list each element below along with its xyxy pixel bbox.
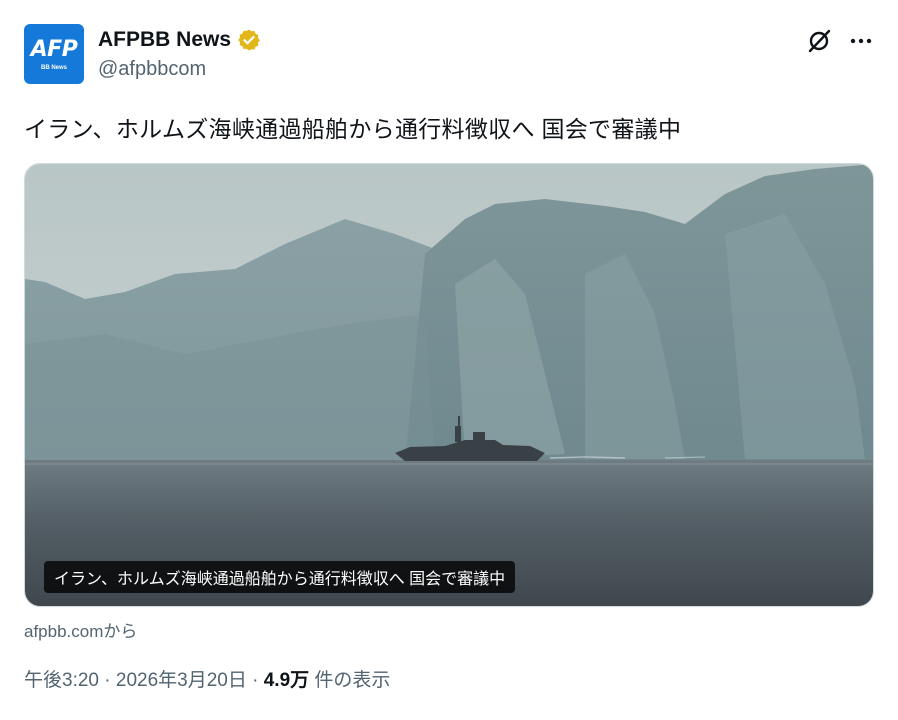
account-handle[interactable]: @afpbbcom [98, 58, 206, 81]
meta-separator: · [246, 670, 264, 691]
source-link[interactable]: afpbb.comから [24, 617, 137, 642]
tweet-header: AFP BB News AFPBB News @afpbbcom [24, 24, 874, 84]
name-row: AFPBB News [98, 28, 261, 52]
more-icon[interactable] [848, 28, 874, 54]
tweet-meta: 午後3:20 · 2026年3月20日 · 4.9万 件の表示 [24, 665, 390, 692]
avatar-logo-subtext: BB News [40, 65, 67, 71]
tweet-text: イラン、ホルムズ海峡通過船舶から通行料徴収へ 国会で審議中 [24, 116, 682, 142]
avatar[interactable]: AFP BB News [24, 24, 84, 84]
avatar-logo-text: AFP [30, 37, 78, 62]
media-caption: イラン、ホルムズ海峡通過船舶から通行料徴収へ 国会で審議中 [44, 561, 516, 593]
meta-separator: · [98, 670, 116, 691]
media-card[interactable]: イラン、ホルムズ海峡通過船舶から通行料徴収へ 国会で審議中 [24, 163, 874, 607]
post-date[interactable]: 2026年3月20日 [116, 670, 247, 691]
view-count-label: 件の表示 [309, 670, 391, 691]
view-count: 4.9万 [263, 670, 310, 691]
grok-icon[interactable] [806, 28, 832, 54]
news-photo [25, 164, 873, 606]
post-time[interactable]: 午後3:20 [24, 670, 99, 691]
verified-badge-icon [238, 29, 260, 51]
display-name[interactable]: AFPBB News [98, 28, 231, 52]
